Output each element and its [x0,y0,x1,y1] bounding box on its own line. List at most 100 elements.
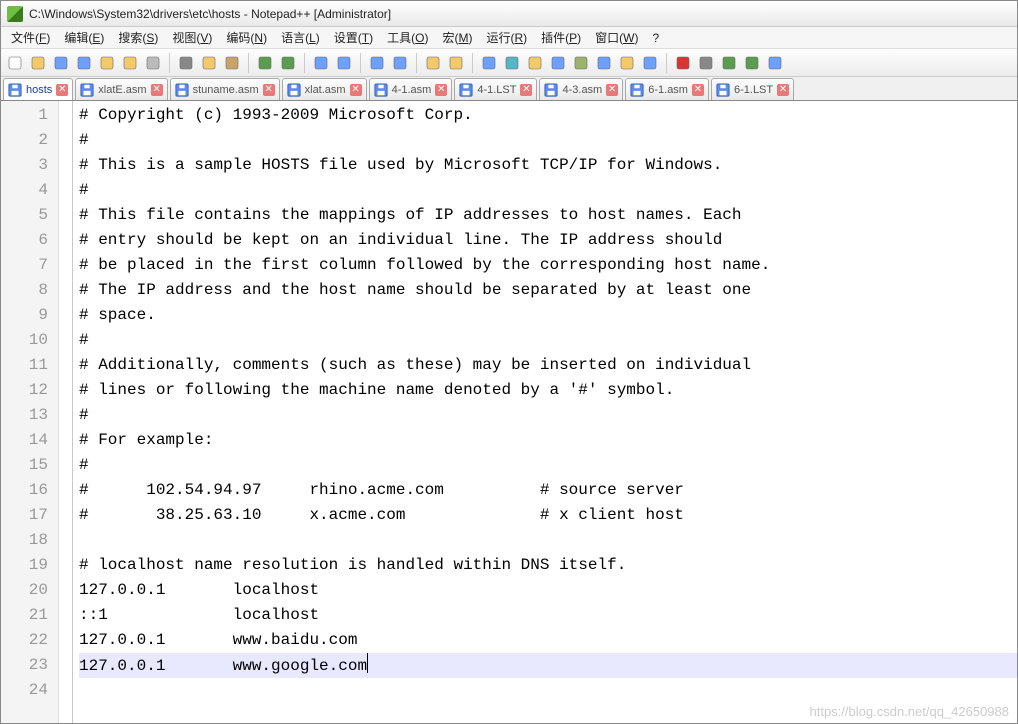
tab-label: 4-1.asm [392,84,432,96]
tab-stuname-asm[interactable]: stuname.asm✕ [170,78,280,100]
text-caret [367,653,368,673]
tab-4-1-lst[interactable]: 4-1.LST✕ [454,78,537,100]
tab-6-1-lst[interactable]: 6-1.LST✕ [711,78,794,100]
close-icon[interactable]: ✕ [692,84,704,96]
code-line[interactable]: # Additionally, comments (such as these)… [79,353,1017,378]
code-line[interactable]: # localhost name resolution is handled w… [79,553,1017,578]
lang-button[interactable] [548,53,568,73]
close-icon[interactable]: ✕ [606,84,618,96]
open-file-button[interactable] [28,53,48,73]
line-number: 12 [1,378,48,403]
tab-hosts[interactable]: hosts✕ [3,78,73,101]
save-all-button[interactable] [74,53,94,73]
close-icon[interactable]: ✕ [520,84,532,96]
undo-button[interactable] [255,53,275,73]
record-macro-button[interactable] [673,53,693,73]
code-area[interactable]: # Copyright (c) 1993-2009 Microsoft Corp… [73,101,1017,723]
close-icon[interactable]: ✕ [350,84,362,96]
code-line[interactable]: # space. [79,303,1017,328]
line-number: 15 [1,453,48,478]
code-line[interactable]: # 102.54.94.97 rhino.acme.com # source s… [79,478,1017,503]
code-line[interactable]: # [79,403,1017,428]
line-number: 22 [1,628,48,653]
line-number: 5 [1,203,48,228]
save-button[interactable] [51,53,71,73]
code-line[interactable] [79,528,1017,553]
indent-guide-button[interactable] [525,53,545,73]
menu-item-v[interactable]: 视图(V) [166,27,218,48]
menu-item-s[interactable]: 搜索(S) [112,27,164,48]
code-line[interactable]: 127.0.0.1 localhost [79,578,1017,603]
close-icon[interactable]: ✕ [263,84,275,96]
zoom-out-button[interactable] [390,53,410,73]
tab-4-3-asm[interactable]: 4-3.asm✕ [539,78,623,100]
folder-button[interactable] [617,53,637,73]
line-number: 7 [1,253,48,278]
sync-h-button[interactable] [446,53,466,73]
find-button[interactable] [311,53,331,73]
code-line[interactable]: # Copyright (c) 1993-2009 Microsoft Corp… [79,103,1017,128]
code-line[interactable]: # be placed in the first column followed… [79,253,1017,278]
code-line[interactable]: # The IP address and the host name shoul… [79,278,1017,303]
code-line[interactable]: # [79,128,1017,153]
new-file-button[interactable] [5,53,25,73]
close-all-button[interactable] [120,53,140,73]
code-line[interactable]: # [79,328,1017,353]
replace-button[interactable] [334,53,354,73]
code-line[interactable]: # For example: [79,428,1017,453]
zoom-in-button[interactable] [367,53,387,73]
tab-6-1-asm[interactable]: 6-1.asm✕ [625,78,709,100]
close-icon[interactable]: ✕ [56,84,68,96]
menu-item-f[interactable]: 文件(F) [5,27,56,48]
menu-item-e[interactable]: 编辑(E) [58,27,110,48]
code-line[interactable]: # lines or following the machine name de… [79,378,1017,403]
paste-button[interactable] [222,53,242,73]
code-line[interactable]: 127.0.0.1 www.baidu.com [79,628,1017,653]
menu-item-p[interactable]: 插件(P) [535,27,587,48]
monitor-button[interactable] [640,53,660,73]
line-number: 3 [1,153,48,178]
func-list-button[interactable] [594,53,614,73]
cut-button[interactable] [176,53,196,73]
print-button[interactable] [143,53,163,73]
toolbar-separator [416,53,417,73]
editor: 123456789101112131415161718192021222324 … [1,101,1017,723]
menu-item-r[interactable]: 运行(R) [480,27,533,48]
word-wrap-button[interactable] [479,53,499,73]
menu-item-m[interactable]: 宏(M) [436,27,478,48]
copy-button[interactable] [199,53,219,73]
code-line[interactable]: # [79,453,1017,478]
line-number: 2 [1,128,48,153]
doc-map-button[interactable] [571,53,591,73]
code-line[interactable]: # entry should be kept on an individual … [79,228,1017,253]
play-macro-button[interactable] [719,53,739,73]
code-line[interactable]: ::1 localhost [79,603,1017,628]
tab-4-1-asm[interactable]: 4-1.asm✕ [369,78,453,100]
save-macro-button[interactable] [765,53,785,73]
code-line[interactable]: # This file contains the mappings of IP … [79,203,1017,228]
close-icon[interactable]: ✕ [151,84,163,96]
line-number: 10 [1,328,48,353]
close-icon[interactable]: ✕ [435,84,447,96]
sync-v-button[interactable] [423,53,443,73]
redo-button[interactable] [278,53,298,73]
menu-item-l[interactable]: 语言(L) [275,27,326,48]
code-line[interactable] [79,678,1017,703]
menu-item-t[interactable]: 设置(T) [328,27,379,48]
fast-macro-button[interactable] [742,53,762,73]
stop-macro-button[interactable] [696,53,716,73]
show-all-button[interactable] [502,53,522,73]
toolbar [1,49,1017,77]
code-line[interactable]: # [79,178,1017,203]
menu-item-help[interactable]: ? [646,29,665,47]
menu-item-o[interactable]: 工具(O) [381,27,434,48]
close-icon[interactable]: ✕ [777,84,789,96]
code-line[interactable]: 127.0.0.1 www.google.com [79,653,1017,678]
close-button[interactable] [97,53,117,73]
menu-item-n[interactable]: 编码(N) [220,27,273,48]
tab-xlate-asm[interactable]: xlatE.asm✕ [75,78,167,100]
code-line[interactable]: # 38.25.63.10 x.acme.com # x client host [79,503,1017,528]
tab-xlat-asm[interactable]: xlat.asm✕ [282,78,367,100]
code-line[interactable]: # This is a sample HOSTS file used by Mi… [79,153,1017,178]
menu-item-w[interactable]: 窗口(W) [589,27,644,48]
